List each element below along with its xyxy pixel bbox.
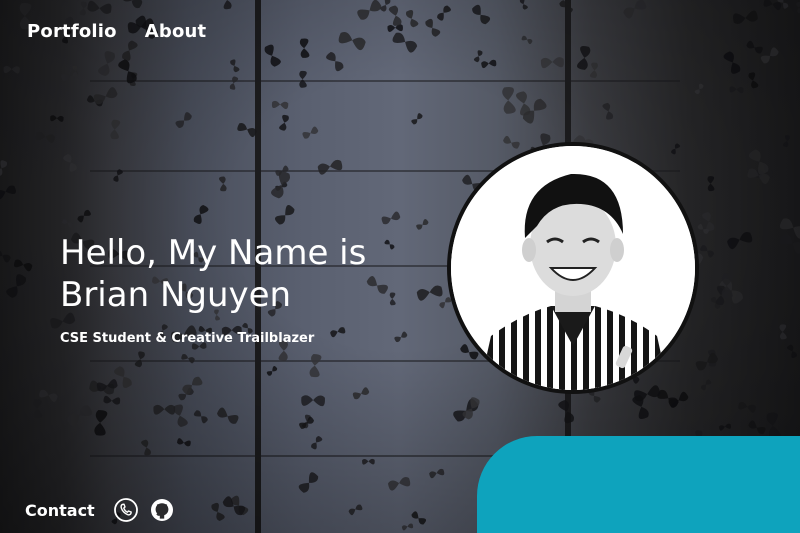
github-icon[interactable] [149, 497, 175, 523]
headline-line-2: Brian Nguyen [60, 275, 292, 315]
phone-icon[interactable] [113, 497, 139, 523]
accent-panel [477, 436, 800, 533]
profile-photo [451, 146, 695, 390]
nav-about-link[interactable]: About [145, 21, 207, 42]
tagline: CSE Student & Creative Trailblazer [60, 331, 315, 346]
footer: Contact [25, 497, 175, 523]
headline-line-1: Hello, My Name is [60, 233, 367, 273]
contact-link[interactable]: Contact [25, 501, 95, 520]
nav-portfolio-link[interactable]: Portfolio [27, 21, 117, 42]
top-nav: Portfolio About [27, 21, 206, 42]
avatar [447, 142, 699, 394]
page-title: Hello, My Name is Brian Nguyen [60, 232, 366, 316]
